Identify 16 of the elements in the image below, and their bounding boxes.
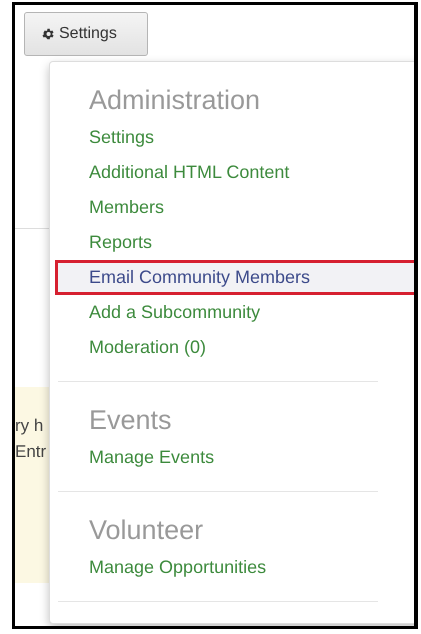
menu-item[interactable]: Members <box>50 190 414 225</box>
menu-item[interactable]: Manage Events <box>50 440 414 475</box>
menu-item[interactable]: Add a Subcommunity <box>50 295 414 330</box>
section-heading: Volunteer <box>88 514 204 547</box>
notice-text: Entr <box>15 441 46 463</box>
menu-item[interactable]: Moderation (0) <box>50 330 414 365</box>
section-heading: Administration <box>88 84 262 117</box>
settings-button[interactable]: Settings <box>24 12 148 56</box>
menu-item[interactable]: Additional HTML Content <box>50 155 414 190</box>
menu-item[interactable]: Email Community Members <box>55 260 414 295</box>
gear-icon <box>41 27 55 41</box>
menu-item[interactable]: Manage Opportunities <box>50 550 414 585</box>
section-heading: Events <box>88 404 173 437</box>
notice-text: ry h <box>15 415 44 437</box>
menu-item[interactable]: Settings <box>50 120 414 155</box>
menu-item[interactable]: Reports <box>50 225 414 260</box>
